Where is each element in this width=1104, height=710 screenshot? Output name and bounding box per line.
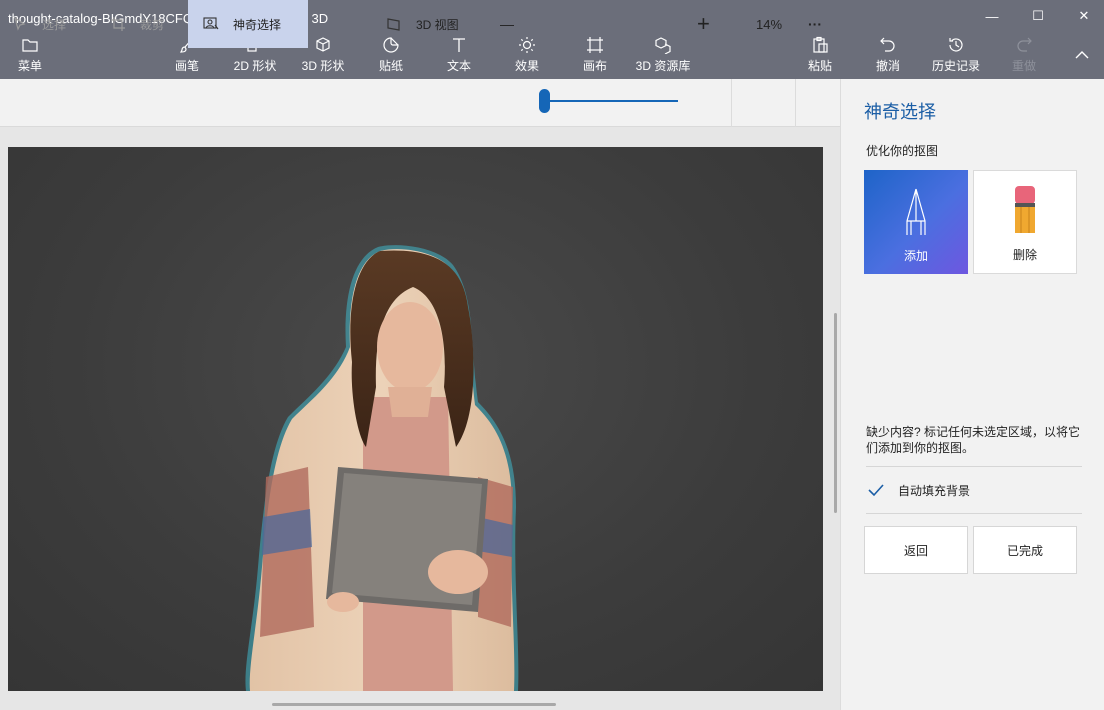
- magic-select-tool[interactable]: 神奇选择: [188, 0, 308, 48]
- zoom-out-button[interactable]: —: [500, 0, 520, 48]
- divider: [795, 79, 796, 127]
- undo-button[interactable]: 撤消: [872, 36, 904, 76]
- hint-text: 缺少内容? 标记任何未选定区域，以将它们添加到你的抠图。: [866, 425, 1081, 455]
- magic-select-icon: [203, 17, 219, 30]
- sub-toolbar: [0, 79, 840, 127]
- select-tool[interactable]: 选择: [12, 0, 82, 48]
- more-options-button[interactable]: ···: [808, 0, 832, 48]
- divider: [866, 513, 1082, 514]
- zoom-slider-track[interactable]: [545, 100, 678, 102]
- done-button[interactable]: 已完成: [973, 526, 1077, 574]
- 3d-library-icon: [655, 37, 671, 54]
- sun-icon: [519, 37, 535, 53]
- eraser-icon: [1015, 186, 1035, 233]
- undo-icon: [880, 37, 895, 52]
- close-button[interactable]: ✕: [1061, 0, 1104, 32]
- pencil-icon: [906, 188, 926, 235]
- chevron-up-icon: [1075, 50, 1089, 58]
- minimize-button[interactable]: —: [969, 0, 1015, 32]
- panel-title: 神奇选择: [864, 102, 936, 122]
- canvas-image[interactable]: [8, 147, 823, 691]
- redo-button[interactable]: 重做: [1008, 36, 1040, 76]
- back-button[interactable]: 返回: [864, 526, 968, 574]
- history-button[interactable]: 历史记录: [930, 36, 982, 76]
- cursor-icon: [13, 16, 26, 31]
- remove-mode-button[interactable]: 删除: [973, 170, 1077, 274]
- 3d-library-tool[interactable]: 3D 资源库: [634, 36, 692, 76]
- canvas-tool[interactable]: 画布: [578, 36, 612, 76]
- checkmark-icon: [868, 484, 884, 497]
- panel-subtitle: 优化你的抠图: [866, 144, 939, 158]
- collapse-toolbar-button[interactable]: [1068, 36, 1096, 76]
- cube-icon: [316, 37, 330, 52]
- crop-icon: [111, 17, 125, 31]
- maximize-button[interactable]: ☐: [1015, 0, 1061, 32]
- history-icon: [949, 38, 963, 52]
- crop-tool[interactable]: 裁剪: [110, 0, 180, 48]
- vertical-scrollbar[interactable]: [834, 313, 837, 513]
- divider: [866, 466, 1082, 467]
- add-mode-button[interactable]: 添加: [864, 170, 968, 274]
- zoom-slider-thumb[interactable]: [539, 89, 550, 113]
- zoom-level[interactable]: 14%: [756, 0, 796, 48]
- autofill-background-checkbox[interactable]: 自动填充背景: [866, 478, 970, 502]
- selected-person-cutout: [245, 245, 519, 691]
- horizontal-scrollbar[interactable]: [272, 703, 556, 706]
- 3d-view-toggle[interactable]: 3D 视图: [386, 0, 476, 48]
- divider: [731, 79, 732, 127]
- 3d-view-icon: [387, 18, 400, 31]
- redo-icon: [1017, 37, 1032, 52]
- zoom-in-button[interactable]: +: [697, 0, 717, 48]
- canvas-icon: [587, 37, 603, 53]
